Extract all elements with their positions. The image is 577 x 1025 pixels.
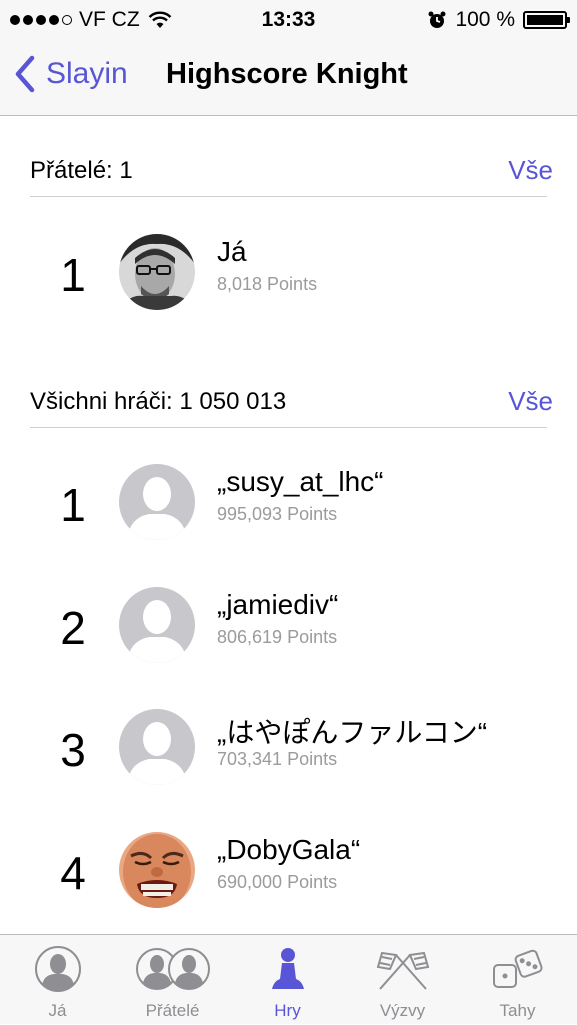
alarm-icon [428,11,446,28]
player-points: 995,093 Points [217,504,338,524]
leaderboard-row[interactable]: 1 „susy_at_lhc“ 995,093 Points [0,456,577,566]
rank-number: 1 [60,249,86,301]
tab-challenges-label: Výzvy [379,1001,426,1020]
tab-friends-label: Přátelé [145,1001,200,1020]
player-points: 703,341 Points [217,749,338,769]
avatar [119,234,195,310]
player-points: 690,000 Points [217,872,338,892]
default-avatar-icon [119,709,195,785]
tab-me[interactable]: Já [0,935,115,1025]
player-name: „susy_at_lhc“ [217,466,384,497]
default-avatar-icon [119,587,195,663]
default-avatar-icon [119,464,195,540]
avatar [119,709,195,785]
dice-icon [492,949,543,988]
player-name: „jamiediv“ [217,589,339,620]
back-button[interactable]: Slayin [12,54,128,94]
battery-icon [523,11,570,29]
player-name: „DobyGala“ [217,834,361,865]
tab-challenges[interactable]: Výzvy [345,935,460,1025]
player-name: „はやぽんファルコン“ [217,717,488,748]
leaderboard-row[interactable]: 3 „はやぽんファルコン“ 703,341 Points [0,701,577,811]
navigation-bar: Slayin Highscore Knight [0,38,577,116]
page-title: Highscore Knight [166,58,408,90]
player-points: 806,619 Points [217,627,338,647]
rank-number: 4 [60,847,86,899]
back-label: Slayin [46,57,128,90]
avatar [119,464,195,540]
status-bar: VF CZ 13:33 100 % [0,0,577,38]
battery-percent: 100 % [455,8,515,31]
tab-games[interactable]: Hry [230,935,345,1025]
pawn-icon [271,948,304,989]
tab-turns-label: Tahy [499,1001,536,1020]
friends-section-header: Přátelé: 1 Vše [30,147,553,197]
rank-number: 2 [60,602,86,654]
tab-turns[interactable]: Tahy [460,935,575,1025]
leaderboard-row[interactable]: 1 Já 8,018 Points [0,226,577,336]
leaderboard-row[interactable]: 2 „jamiediv“ 806,619 Points [0,579,577,689]
friends-icon [135,948,210,990]
player-name: Já [217,236,247,267]
status-right: 100 % [427,8,570,32]
player-points: 8,018 Points [217,274,318,294]
avatar [119,832,195,908]
all-players-section-header: Všichni hráči: 1 050 013 Vše [30,378,553,428]
rank-number: 1 [60,479,86,531]
all-players-show-all-button[interactable]: Vše [508,386,553,417]
friends-show-all-button[interactable]: Vše [508,155,553,186]
leaderboard-row[interactable]: 4 „DobyGala“ 690,000 Points [0,824,577,934]
tab-bar: Já Přátelé Hry Výzvy Tahy [0,934,577,1024]
rank-number: 3 [60,724,86,776]
crossed-flags-icon [376,951,429,990]
player-photo [119,234,195,310]
all-players-count-label: Všichni hráči: 1 050 013 [30,388,287,415]
player-photo [119,832,195,908]
tab-games-label: Hry [274,1001,301,1020]
person-icon [34,946,81,992]
tab-me-label: Já [48,1001,67,1020]
chevron-left-icon [15,55,35,93]
tab-friends[interactable]: Přátelé [115,935,230,1025]
friends-count-label: Přátelé: 1 [30,157,133,184]
avatar [119,587,195,663]
